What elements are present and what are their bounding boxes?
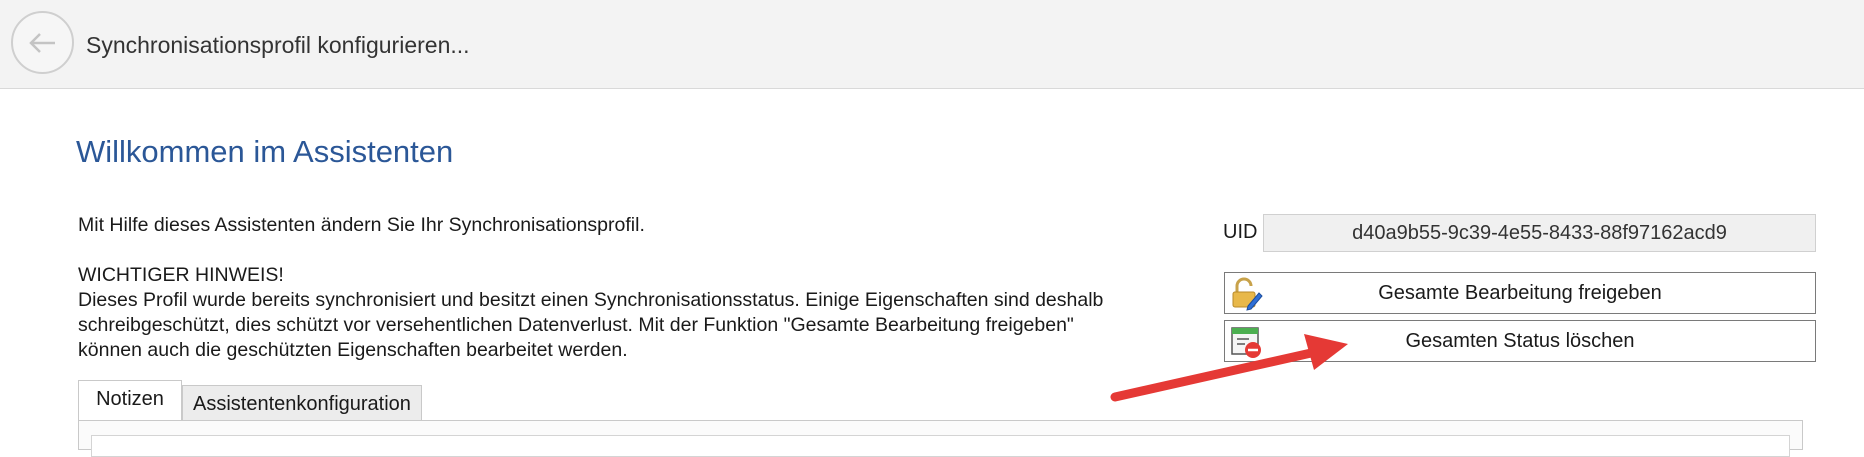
uid-label: UID <box>1223 221 1258 243</box>
page-title: Willkommen im Assistenten <box>76 134 454 169</box>
notice-line: Dieses Profil wurde bereits synchronisie… <box>78 289 1104 311</box>
tab-notizen[interactable]: Notizen <box>78 380 182 422</box>
title-bar: Synchronisationsprofil konfigurieren... <box>0 0 1864 89</box>
notice-line: schreibgeschützt, dies schützt vor verse… <box>78 314 1074 336</box>
uid-field[interactable]: d40a9b55-9c39-4e55-8433-88f97162acd9 <box>1263 214 1816 252</box>
annotation-arrow <box>1110 334 1348 402</box>
release-editing-label: Gesamte Bearbeitung freigeben <box>1378 282 1662 304</box>
release-editing-button[interactable]: Gesamte Bearbeitung freigeben <box>1224 272 1816 314</box>
back-button[interactable] <box>11 11 74 74</box>
tab-panel <box>78 420 1803 457</box>
notice-heading: WICHTIGER HINWEIS! <box>78 264 284 286</box>
tab-assistentenkonfiguration[interactable]: Assistentenkonfiguration <box>182 385 422 423</box>
intro-text: Mit Hilfe dieses Assistenten ändern Sie … <box>78 214 645 236</box>
notes-textarea[interactable] <box>91 435 1790 457</box>
notice-line: können auch die geschützten Eigenschafte… <box>78 339 628 361</box>
arrow-left-icon <box>29 33 55 53</box>
notice-block: WICHTIGER HINWEIS! Dieses Profil wurde b… <box>78 263 1228 363</box>
window-title: Synchronisationsprofil konfigurieren... <box>86 32 470 58</box>
